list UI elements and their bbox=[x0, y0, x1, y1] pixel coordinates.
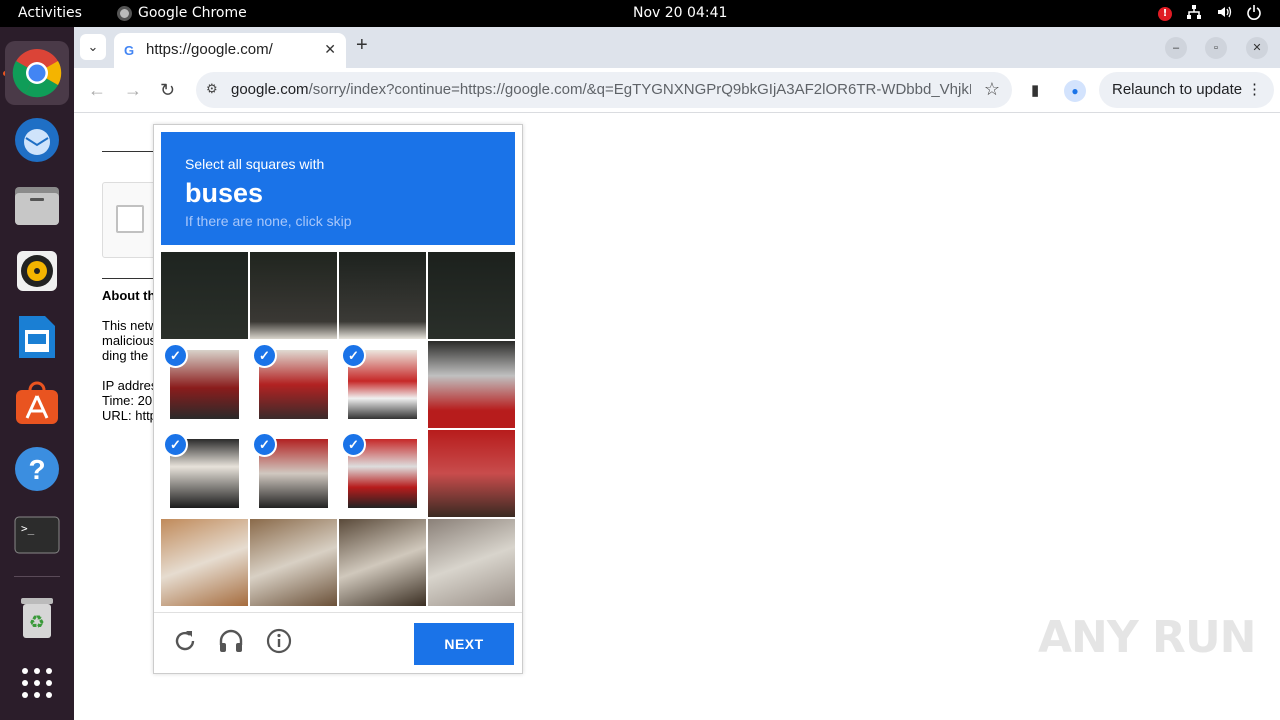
system-tray[interactable]: ! bbox=[1158, 4, 1262, 24]
captcha-tile[interactable] bbox=[428, 252, 515, 339]
tile-image bbox=[250, 252, 337, 339]
captcha-tile[interactable] bbox=[250, 252, 337, 339]
captcha-tile[interactable]: ✓ bbox=[250, 430, 337, 517]
challenge-hint: If there are none, click skip bbox=[185, 213, 352, 229]
captcha-tile[interactable] bbox=[339, 252, 426, 339]
app-center-icon[interactable] bbox=[5, 371, 69, 435]
tile-image bbox=[428, 252, 515, 339]
power-icon[interactable] bbox=[1246, 4, 1262, 24]
forward-button[interactable]: → bbox=[124, 80, 142, 101]
captcha-tile[interactable] bbox=[161, 519, 248, 606]
terminal-icon[interactable]: >_ bbox=[5, 503, 69, 567]
maximize-button[interactable]: ▫ bbox=[1205, 37, 1227, 59]
audio-challenge-icon[interactable] bbox=[217, 627, 245, 655]
checkmark-icon: ✓ bbox=[341, 432, 366, 457]
next-button[interactable]: NEXT bbox=[414, 623, 514, 665]
captcha-tile[interactable]: ✓ bbox=[161, 341, 248, 428]
checkmark-icon: ✓ bbox=[252, 343, 277, 368]
tile-image bbox=[428, 341, 515, 428]
bookmark-star-icon[interactable]: ☆ bbox=[984, 79, 1000, 100]
svg-text:?: ? bbox=[28, 454, 45, 485]
reload-button[interactable]: ↻ bbox=[160, 80, 175, 101]
address-bar[interactable]: ⚙ google.com/sorry/index?continue=https:… bbox=[196, 72, 1012, 108]
relaunch-to-update-button[interactable]: Relaunch to update ⋮ bbox=[1099, 72, 1274, 108]
checkmark-icon: ✓ bbox=[163, 432, 188, 457]
url-path: /sorry/index?continue=https://google.com… bbox=[308, 81, 971, 98]
tile-image bbox=[161, 519, 248, 606]
captcha-tile[interactable] bbox=[339, 519, 426, 606]
profile-avatar-icon[interactable]: ● bbox=[1064, 80, 1086, 102]
tab-title: https://google.com/ bbox=[146, 41, 273, 58]
captcha-tile[interactable]: ✓ bbox=[250, 341, 337, 428]
app-menu[interactable]: Google Chrome bbox=[117, 5, 247, 21]
challenge-header: Select all squares with buses If there a… bbox=[161, 132, 515, 245]
files-icon[interactable] bbox=[5, 173, 69, 237]
tile-image bbox=[428, 519, 515, 606]
captcha-tile[interactable]: ✓ bbox=[339, 341, 426, 428]
tile-image bbox=[428, 430, 515, 517]
image-grid: ✓ ✓ ✓ ✓ ✓ ✓ bbox=[161, 252, 515, 606]
chevron-down-icon: ⌄ bbox=[87, 39, 99, 54]
captcha-tile[interactable]: ✓ bbox=[161, 430, 248, 517]
info-icon[interactable] bbox=[265, 627, 293, 655]
app-name: Google Chrome bbox=[138, 5, 247, 21]
activities-button[interactable]: Activities bbox=[18, 5, 82, 21]
show-apps-icon[interactable] bbox=[5, 651, 69, 715]
tab-search-button[interactable]: ⌄ bbox=[80, 34, 106, 60]
checkmark-icon: ✓ bbox=[163, 343, 188, 368]
challenge-footer: NEXT bbox=[154, 612, 522, 674]
clock[interactable]: Nov 20 04:41 bbox=[633, 5, 727, 21]
tab-close-icon[interactable]: ✕ bbox=[324, 41, 336, 58]
dock-separator bbox=[14, 576, 60, 577]
minimize-button[interactable]: – bbox=[1165, 37, 1187, 59]
recaptcha-checkbox[interactable] bbox=[116, 205, 144, 233]
captcha-tile[interactable] bbox=[428, 341, 515, 428]
tile-image bbox=[339, 252, 426, 339]
side-panel-icon[interactable]: ▮ bbox=[1031, 81, 1039, 99]
captcha-tile[interactable] bbox=[250, 519, 337, 606]
tile-image bbox=[339, 519, 426, 606]
tab-active[interactable]: G https://google.com/ ✕ bbox=[114, 33, 346, 68]
relaunch-label: Relaunch to update bbox=[1112, 81, 1243, 98]
checkmark-icon: ✓ bbox=[341, 343, 366, 368]
chrome-icon[interactable] bbox=[5, 41, 69, 105]
challenge-target: buses bbox=[185, 178, 264, 208]
notification-icon[interactable]: ! bbox=[1158, 7, 1172, 21]
close-window-button[interactable]: ✕ bbox=[1246, 37, 1268, 59]
reload-challenge-icon[interactable] bbox=[171, 627, 199, 655]
url-text[interactable]: google.com/sorry/index?continue=https://… bbox=[231, 81, 971, 98]
captcha-tile[interactable]: ✓ bbox=[339, 430, 426, 517]
site-info-icon[interactable]: ⚙ bbox=[206, 81, 218, 97]
anyrun-watermark: ANY RUN bbox=[1038, 612, 1256, 663]
checkmark-icon: ✓ bbox=[252, 432, 277, 457]
captcha-tile[interactable] bbox=[428, 430, 515, 517]
trash-icon[interactable]: ♻ bbox=[5, 585, 69, 649]
volume-icon[interactable] bbox=[1216, 4, 1232, 24]
network-icon[interactable] bbox=[1186, 4, 1202, 24]
help-icon[interactable]: ? bbox=[5, 437, 69, 501]
back-button[interactable]: ← bbox=[88, 80, 106, 101]
tile-image bbox=[161, 252, 248, 339]
svg-text:♻: ♻ bbox=[29, 612, 45, 633]
libreoffice-writer-icon[interactable] bbox=[5, 305, 69, 369]
challenge-instruction: Select all squares with bbox=[185, 156, 325, 172]
url-domain: google.com bbox=[231, 81, 309, 98]
google-favicon-icon: G bbox=[124, 43, 135, 58]
tab-strip: ⌄ G https://google.com/ ✕ + – ▫ ✕ bbox=[74, 27, 1280, 68]
top-bar: Activities Google Chrome Nov 20 04:41 ! bbox=[0, 0, 1280, 27]
recaptcha-challenge: Select all squares with buses If there a… bbox=[153, 124, 523, 674]
chrome-app-icon bbox=[117, 5, 132, 21]
captcha-tile[interactable] bbox=[428, 519, 515, 606]
browser-toolbar: ← → ↻ ⚙ google.com/sorry/index?continue=… bbox=[74, 68, 1280, 113]
menu-dots-icon[interactable]: ⋮ bbox=[1247, 72, 1262, 108]
rhythmbox-icon[interactable] bbox=[5, 239, 69, 303]
svg-text:>_: >_ bbox=[21, 522, 35, 535]
new-tab-button[interactable]: + bbox=[356, 34, 368, 57]
tile-image bbox=[250, 519, 337, 606]
captcha-tile[interactable] bbox=[161, 252, 248, 339]
thunderbird-icon[interactable] bbox=[5, 107, 69, 171]
dock: ? >_ ♻ bbox=[0, 27, 74, 720]
